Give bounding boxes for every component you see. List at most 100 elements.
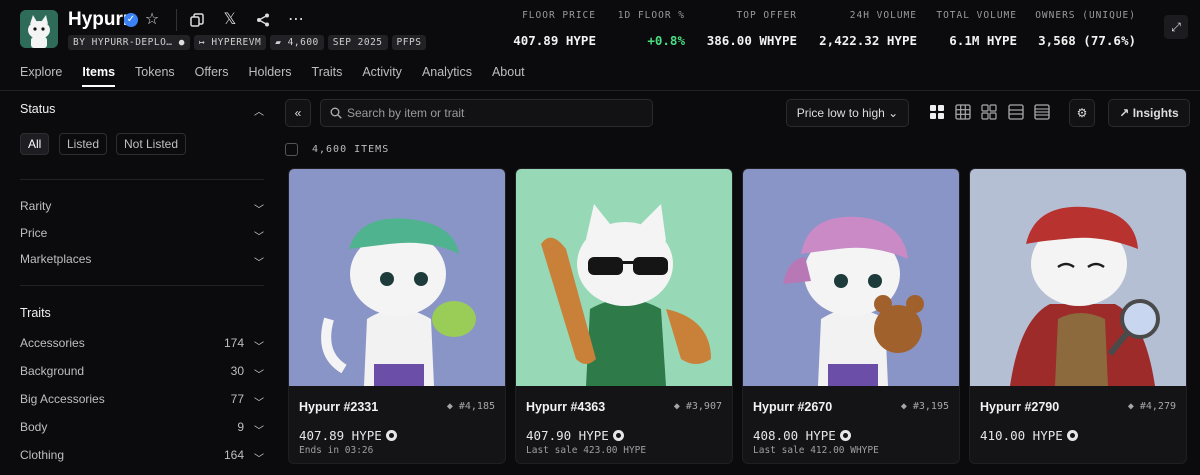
sidebar-divider bbox=[20, 285, 264, 286]
more-icon[interactable]: ⋯ bbox=[286, 10, 306, 30]
select-all-checkbox[interactable] bbox=[285, 143, 298, 156]
item-name: Hypurr #4363 bbox=[526, 400, 606, 414]
copy-icon[interactable] bbox=[187, 10, 207, 30]
category-chip[interactable]: PFPS bbox=[391, 35, 427, 50]
grid-small-view-icon[interactable] bbox=[954, 103, 972, 121]
tab-about[interactable]: About bbox=[492, 65, 525, 87]
chevron-down-icon: ﹀ bbox=[254, 258, 264, 269]
date-chip: SEP 2025 bbox=[327, 35, 388, 50]
trait-background[interactable]: Background 30 ﹀ bbox=[20, 364, 264, 381]
filter-label: Price bbox=[20, 226, 48, 240]
filter-price[interactable]: Price ﹀ bbox=[20, 226, 264, 243]
star-icon[interactable]: ☆ bbox=[142, 10, 162, 30]
settings-button[interactable]: ⚙ bbox=[1069, 99, 1095, 127]
sort-label: Price low to high bbox=[796, 106, 885, 120]
header-divider bbox=[176, 9, 177, 31]
traits-heading: Traits bbox=[20, 306, 51, 320]
stack-icon: ▰ bbox=[275, 37, 282, 48]
tab-traits[interactable]: Traits bbox=[312, 65, 343, 87]
search-icon bbox=[330, 107, 342, 119]
collection-tabs: Explore Items Tokens Offers Holders Trai… bbox=[20, 65, 525, 87]
item-price: 407.89 HYPE bbox=[299, 428, 397, 443]
filter-rarity[interactable]: Rarity ﹀ bbox=[20, 199, 264, 216]
item-card[interactable]: Hypurr #2670 ◆ #3,195 408.00 HYPE Last s… bbox=[742, 168, 960, 464]
trait-accessories[interactable]: Accessories 174 ﹀ bbox=[20, 336, 264, 353]
trait-label: Body bbox=[20, 420, 48, 434]
trait-big-accessories[interactable]: Big Accessories 77 ﹀ bbox=[20, 392, 264, 409]
stat-value: 407.89 HYPE bbox=[513, 33, 596, 48]
stat-label: OWNERS (UNIQUE) bbox=[1035, 10, 1136, 21]
collection-chips: BY HYPURR-DEPLO… ● ↦ HYPEREVM ▰ 4,600 SE… bbox=[68, 35, 427, 50]
list-view-icon[interactable] bbox=[1007, 103, 1025, 121]
stat-label: 24H VOLUME bbox=[849, 10, 917, 21]
collapse-sidebar-button[interactable]: « bbox=[285, 99, 311, 127]
item-subtext: Last sale 423.00 HYPE bbox=[526, 445, 647, 456]
trait-clothing[interactable]: Clothing 164 ﹀ bbox=[20, 448, 264, 465]
item-rank: ◆ #4,185 bbox=[446, 401, 495, 412]
sidebar-divider bbox=[20, 179, 264, 180]
item-image bbox=[516, 169, 732, 386]
grid-dense-view-icon[interactable] bbox=[980, 103, 998, 121]
stat-floor-price: FLOOR PRICE 407.89 HYPE bbox=[513, 10, 596, 48]
item-price: 408.00 HYPE bbox=[753, 428, 851, 443]
filter-sidebar: Status ︿ All Listed Not Listed Rarity ﹀ P… bbox=[20, 90, 264, 475]
stat-owners: OWNERS (UNIQUE) 3,568 (77.6%) bbox=[1035, 10, 1136, 48]
trait-count: 164 bbox=[223, 448, 244, 462]
stat-label: FLOOR PRICE bbox=[522, 10, 596, 21]
tab-items[interactable]: Items bbox=[82, 65, 116, 87]
status-filter-listed[interactable]: Listed bbox=[59, 133, 108, 155]
item-image bbox=[743, 169, 959, 386]
insights-button[interactable]: ↗ Insights bbox=[1108, 99, 1190, 127]
tab-holders[interactable]: Holders bbox=[248, 65, 291, 87]
status-filter-not-listed[interactable]: Not Listed bbox=[116, 133, 187, 155]
stat-value: 2,422.32 HYPE bbox=[819, 33, 917, 48]
collection-header: Hypurr ✓ ☆ 𝕏 ⋯ BY HYPURR-DEPLO… ● ↦ HYPE… bbox=[0, 0, 1200, 58]
status-filter-all[interactable]: All bbox=[20, 133, 50, 155]
trait-body[interactable]: Body 9 ﹀ bbox=[20, 420, 264, 437]
trait-count: 77 bbox=[230, 392, 244, 406]
chevron-down-icon: ﹀ bbox=[254, 454, 264, 465]
stat-24h-volume: 24H VOLUME 2,422.32 HYPE bbox=[819, 10, 917, 48]
trait-label: Big Accessories bbox=[20, 392, 105, 406]
stat-total-volume: TOTAL VOLUME 6.1M HYPE bbox=[936, 10, 1017, 48]
chevron-down-icon: ﹀ bbox=[254, 232, 264, 243]
sort-dropdown[interactable]: Price low to high ⌄ bbox=[786, 99, 909, 127]
tab-analytics[interactable]: Analytics bbox=[422, 65, 472, 87]
stat-top-offer: TOP OFFER 386.00 WHYPE bbox=[707, 10, 797, 48]
tab-offers[interactable]: Offers bbox=[195, 65, 229, 87]
grid-large-view-icon[interactable] bbox=[928, 103, 946, 121]
expand-icon[interactable]: ⤢ bbox=[1164, 15, 1188, 39]
item-card[interactable]: Hypurr #4363 ◆ #3,907 407.90 HYPE Last s… bbox=[515, 168, 733, 464]
chevron-down-icon: ﹀ bbox=[254, 205, 264, 216]
stat-value: 3,568 (77.6%) bbox=[1038, 33, 1136, 48]
tab-tokens[interactable]: Tokens bbox=[135, 65, 175, 87]
item-price: 410.00 HYPE bbox=[980, 428, 1078, 443]
chevron-down-icon: ﹀ bbox=[254, 342, 264, 353]
search-input[interactable] bbox=[347, 105, 637, 121]
tab-activity[interactable]: Activity bbox=[362, 65, 402, 87]
search-bar bbox=[320, 99, 653, 127]
share-icon[interactable] bbox=[253, 10, 273, 30]
item-card[interactable]: Hypurr #2331 ◆ #4,185 407.89 HYPE Ends i… bbox=[288, 168, 506, 464]
stat-floor-change: 1D FLOOR % +0.8% bbox=[618, 10, 685, 48]
creator-chip[interactable]: BY HYPURR-DEPLO… ● bbox=[68, 35, 190, 50]
item-subtext: Ends in 03:26 bbox=[299, 445, 374, 456]
item-subtext: Last sale 412.00 WHYPE bbox=[753, 445, 879, 456]
item-rank: ◆ #3,907 bbox=[673, 401, 722, 412]
table-view-icon[interactable] bbox=[1033, 103, 1051, 121]
collection-logo bbox=[20, 10, 58, 48]
x-twitter-icon[interactable]: 𝕏 bbox=[220, 10, 240, 30]
stat-value: +0.8% bbox=[647, 33, 685, 48]
item-name: Hypurr #2670 bbox=[753, 400, 833, 414]
chevron-up-icon[interactable]: ︿ bbox=[254, 103, 264, 118]
item-card[interactable]: Hypurr #2790 ◆ #4,279 410.00 HYPE bbox=[969, 168, 1187, 464]
chain-chip[interactable]: ↦ HYPEREVM bbox=[193, 35, 267, 50]
insights-label: Insights bbox=[1132, 106, 1179, 120]
supply-chip: ▰ 4,600 bbox=[270, 35, 324, 50]
chevron-down-icon: ﹀ bbox=[254, 398, 264, 409]
filter-marketplaces[interactable]: Marketplaces ﹀ bbox=[20, 252, 264, 269]
chevron-down-icon: ﹀ bbox=[254, 370, 264, 381]
status-heading: Status bbox=[20, 102, 56, 116]
tab-explore[interactable]: Explore bbox=[20, 65, 62, 87]
trait-count: 174 bbox=[223, 336, 244, 350]
